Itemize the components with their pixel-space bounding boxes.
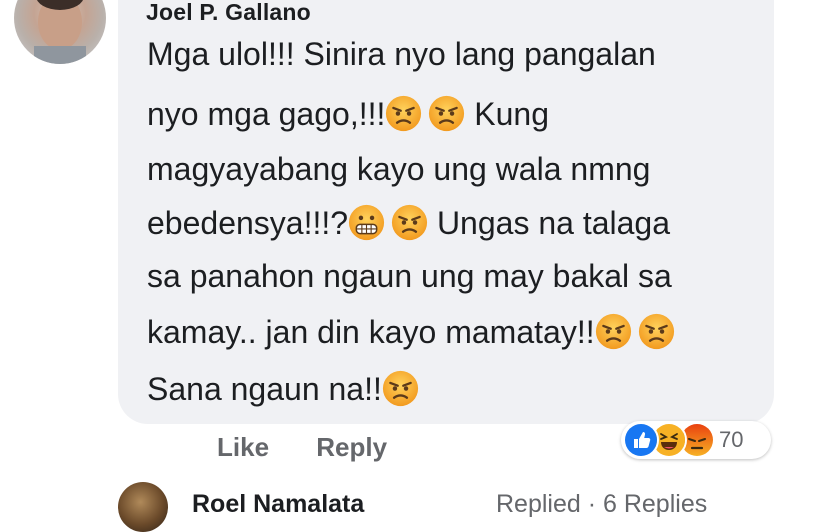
comment-text-line: kamay.. jan din kayo mamatay!! bbox=[147, 312, 675, 352]
angry-face-icon bbox=[428, 95, 465, 132]
comment-text-line: magyayabang kayo ung wala nmng bbox=[147, 149, 650, 189]
comment-text: kamay.. jan din kayo mamatay!! bbox=[147, 314, 595, 350]
comment-author-name[interactable]: Joel P. Gallano bbox=[146, 0, 311, 26]
like-button[interactable]: Like bbox=[217, 432, 269, 463]
reaction-summary[interactable]: 70 bbox=[621, 421, 771, 459]
comment-text: Kung bbox=[465, 96, 549, 132]
reply-summary-row[interactable]: Roel Namalata Replied · 6 Replies bbox=[118, 480, 825, 532]
author-avatar[interactable] bbox=[14, 0, 106, 64]
reaction-count: 70 bbox=[719, 427, 744, 452]
comment-text: nyo mga gago,!!! bbox=[147, 96, 386, 132]
comment-text-line: sa panahon ngaun ung may bakal sa bbox=[147, 256, 672, 296]
replier-avatar[interactable] bbox=[118, 482, 168, 532]
reply-count-text[interactable]: Replied · 6 Replies bbox=[496, 490, 707, 519]
angry-face-icon bbox=[382, 370, 419, 407]
grimacing-face-icon bbox=[348, 204, 385, 241]
comment-actions: Like Reply bbox=[217, 432, 387, 463]
comment-text: Sana ngaun na!! bbox=[147, 371, 382, 407]
angry-face-icon bbox=[385, 95, 422, 132]
replier-name[interactable]: Roel Namalata bbox=[192, 490, 364, 519]
comment-text-line: Sana ngaun na!! bbox=[147, 369, 419, 409]
like-icon bbox=[623, 422, 659, 458]
comment-text-line: Mga ulol!!! Sinira nyo lang pangalan bbox=[147, 34, 656, 74]
comment-text-line: ebedensya!!!? Ungas na talaga bbox=[147, 203, 670, 243]
comment-text: ebedensya!!!? bbox=[147, 205, 349, 241]
comment-text: Ungas na talaga bbox=[428, 205, 670, 241]
angry-face-icon bbox=[638, 313, 675, 350]
angry-face-icon bbox=[595, 313, 632, 350]
comment-text-line: nyo mga gago,!!! Kung bbox=[147, 94, 549, 134]
comment-text: sa panahon ngaun ung may bakal sa bbox=[147, 258, 672, 294]
comment-text: magyayabang kayo ung wala nmng bbox=[147, 151, 651, 187]
angry-face-icon bbox=[391, 204, 428, 241]
comment-text: Mga ulol!!! Sinira nyo lang pangalan bbox=[147, 36, 656, 72]
reply-button[interactable]: Reply bbox=[316, 432, 387, 463]
